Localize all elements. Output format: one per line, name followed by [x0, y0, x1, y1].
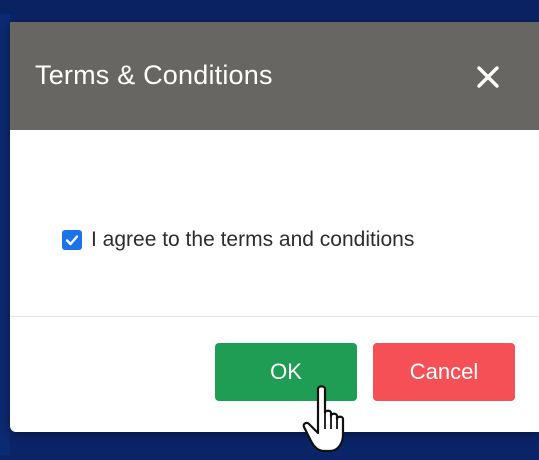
close-button[interactable]: [469, 58, 507, 96]
hand-pointer-icon: [300, 383, 358, 455]
agree-label[interactable]: I agree to the terms and conditions: [91, 225, 414, 255]
close-icon: [477, 66, 499, 88]
dialog-title: Terms & Conditions: [35, 60, 273, 90]
backdrop-top-bar: [0, 0, 539, 14]
dialog-header: Terms & Conditions: [10, 22, 539, 130]
agree-row: I agree to the terms and conditions: [62, 225, 414, 255]
agree-checkbox[interactable]: [62, 230, 82, 250]
check-icon: [65, 235, 79, 246]
dialog-footer: OK Cancel: [10, 317, 539, 432]
terms-dialog: Terms & Conditions I agree to the terms …: [10, 22, 539, 432]
cancel-button[interactable]: Cancel: [373, 343, 515, 401]
dialog-body: I agree to the terms and conditions: [10, 130, 539, 316]
backdrop-left-strip: [0, 14, 10, 455]
